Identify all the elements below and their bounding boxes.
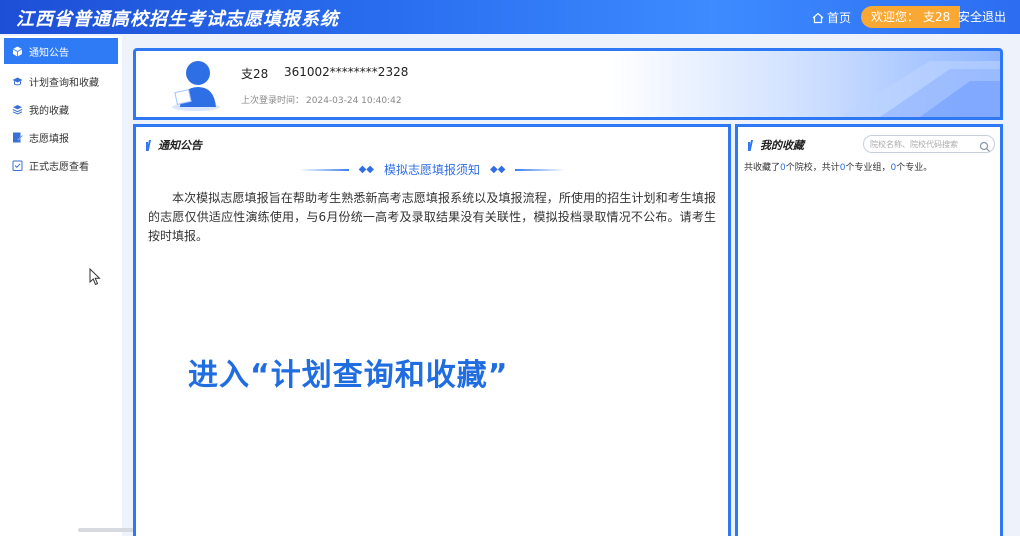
app-title: 江西省普通高校招生考试志愿填报系统 xyxy=(16,9,339,30)
mouse-cursor-icon xyxy=(89,268,101,286)
sidebar-item-official-view[interactable]: 正式志愿查看 xyxy=(0,152,122,178)
profile-card: 支28 361002********2328 上次登录时间： 2024-03-24… xyxy=(133,48,1003,120)
profile-id-number: 361002********2328 xyxy=(284,65,409,79)
notice-title-row: ◆◆ 模拟志愿填报须知 ◆◆ xyxy=(136,161,728,178)
sidebar-item-label: 计划查询和收藏 xyxy=(29,77,99,89)
last-login-time: 2024-03-24 10:40:42 xyxy=(306,96,402,106)
title-divider-right xyxy=(515,168,566,171)
sidebar-item-label: 我的收藏 xyxy=(29,105,69,117)
favorites-section-label: 我的收藏 xyxy=(760,139,804,152)
top-bar: 江西省普通高校招生考试志愿填报系统 首页 欢迎您： 支28 安全退出 xyxy=(0,0,1020,34)
sidebar-item-notice[interactable]: 通知公告 xyxy=(4,38,118,64)
last-login: 上次登录时间： 2024-03-24 10:40:42 xyxy=(241,93,404,106)
summary-text: 共收藏了 xyxy=(744,163,781,173)
favorites-panel: 我的收藏 共收藏了0个院校，共计0个专业组，0个专业。 xyxy=(735,124,1003,536)
logout-button[interactable]: 安全退出 xyxy=(958,6,1006,28)
edit-doc-icon xyxy=(12,132,23,143)
last-login-label: 上次登录时间： xyxy=(241,96,305,106)
sidebar-item-label: 通知公告 xyxy=(29,47,69,59)
cube-icon xyxy=(12,46,23,57)
layers-icon xyxy=(12,104,23,115)
favorites-summary: 共收藏了0个院校，共计0个专业组，0个专业。 xyxy=(744,160,932,173)
decorative-banner-graphic xyxy=(840,61,1000,117)
section-marker-icon xyxy=(748,139,756,151)
favorites-search-input[interactable] xyxy=(863,135,995,153)
home-icon xyxy=(812,12,824,24)
notice-panel: 通知公告 ◆◆ 模拟志愿填报须知 ◆◆ 本次模拟志愿填报旨在帮助考生熟悉新高考志… xyxy=(133,124,731,536)
summary-text: 个专业组， xyxy=(845,163,891,173)
summary-text: 个院校，共计 xyxy=(785,163,840,173)
diamond-icon: ◆◆ xyxy=(358,164,374,175)
diamond-icon: ◆◆ xyxy=(490,164,506,175)
notice-section-label: 通知公告 xyxy=(158,139,202,152)
title-divider-left xyxy=(298,168,349,171)
sidebar-item-label: 正式志愿查看 xyxy=(29,161,89,173)
sidebar: 通知公告 计划查询和收藏 我的收藏 志愿填报 正式志愿查看 xyxy=(0,36,122,536)
notice-section-header: 通知公告 xyxy=(146,137,202,153)
favorites-section-header: 我的收藏 xyxy=(748,137,804,153)
welcome-badge: 欢迎您： 支28 xyxy=(861,6,961,28)
header-username: 支28 xyxy=(923,10,951,24)
notice-body: 本次模拟志愿填报旨在帮助考生熟悉新高考志愿填报系统以及填报流程，所使用的招生计划… xyxy=(148,191,716,243)
sidebar-item-favorites[interactable]: 我的收藏 xyxy=(0,96,122,122)
section-marker-icon xyxy=(146,139,154,151)
summary-text: 个专业。 xyxy=(896,163,933,173)
overlay-caption: 进入“计划查询和收藏” xyxy=(188,358,509,393)
grad-cap-icon xyxy=(12,76,23,87)
sidebar-item-plan-query[interactable]: 计划查询和收藏 xyxy=(0,68,122,94)
avatar xyxy=(168,57,224,113)
sidebar-item-fill-application[interactable]: 志愿填报 xyxy=(0,124,122,150)
home-link-label: 首页 xyxy=(827,11,852,25)
profile-name: 支28 xyxy=(241,67,269,81)
search-icon[interactable] xyxy=(979,138,991,152)
sidebar-item-label: 志愿填报 xyxy=(29,133,69,145)
notice-title: 模拟志愿填报须知 xyxy=(383,163,480,177)
checklist-icon xyxy=(12,160,23,171)
welcome-label: 欢迎您： xyxy=(871,10,920,24)
home-link[interactable]: 首页 xyxy=(812,9,851,26)
